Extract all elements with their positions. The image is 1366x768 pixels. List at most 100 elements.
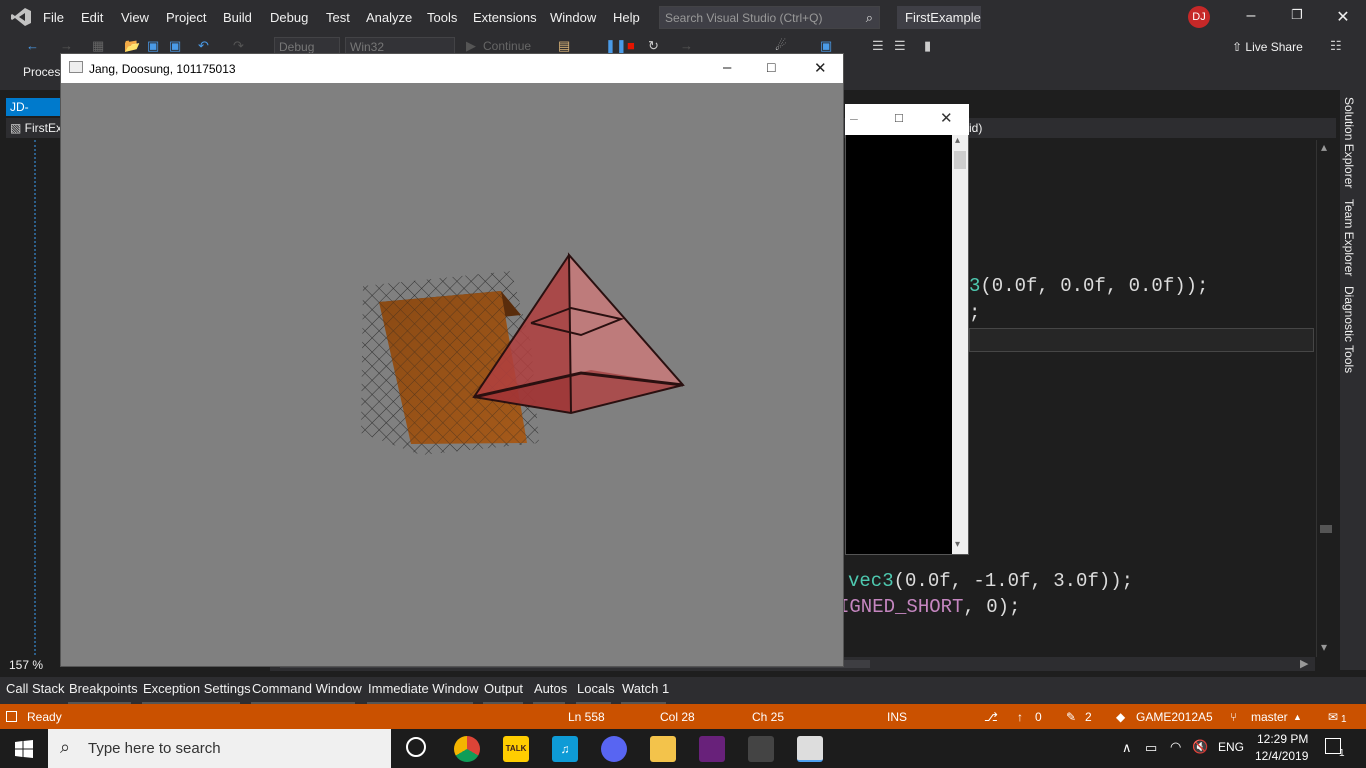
action-center-count[interactable]: 1	[1339, 748, 1345, 759]
tab-solution-explorer[interactable]: Solution Explorer	[1342, 97, 1356, 188]
volume-muted-icon[interactable]: 🔇	[1192, 739, 1208, 755]
menu-edit[interactable]: Edit	[81, 10, 103, 25]
clock-time[interactable]: 12:29 PM	[1257, 732, 1308, 746]
code-line[interactable]: ;	[969, 302, 980, 324]
discord-icon[interactable]	[601, 736, 627, 762]
tab-team-explorer[interactable]: Team Explorer	[1342, 199, 1356, 276]
status-column[interactable]: Col 28	[660, 710, 695, 724]
nav-member-dropdown[interactable]: id)	[969, 121, 982, 135]
tab-locals[interactable]: Locals	[577, 681, 615, 696]
branch-icon[interactable]: ⑂	[1230, 710, 1237, 724]
console-maximize-icon[interactable]: □	[895, 110, 903, 125]
tab-call-stack[interactable]: Call Stack	[6, 681, 65, 696]
console-minimize-icon[interactable]: –	[850, 110, 858, 126]
open-folder-icon[interactable]: 📂	[124, 38, 140, 54]
step-icon[interactable]: →	[680, 38, 693, 53]
console-scroll-down-icon[interactable]: ▾	[955, 539, 960, 550]
continue-button[interactable]: Continue	[483, 39, 531, 53]
file-explorer-icon[interactable]	[650, 736, 676, 762]
redo-icon[interactable]: ↷	[233, 38, 244, 54]
close-icon[interactable]: ✕	[1333, 7, 1353, 27]
unpushed-count[interactable]: 0	[1035, 710, 1042, 724]
menu-help[interactable]: Help	[613, 10, 640, 25]
back-icon[interactable]: ←	[26, 38, 39, 53]
push-arrow-icon[interactable]: ↑	[1017, 710, 1023, 724]
tab-watch-1[interactable]: Watch 1	[622, 681, 669, 696]
gl-close-icon[interactable]: ✕	[814, 59, 827, 77]
nav-project-dropdown[interactable]: ▧ FirstEx	[10, 121, 62, 135]
feedback-icon[interactable]: ☷	[1330, 38, 1342, 54]
menu-file[interactable]: File	[43, 10, 64, 25]
media-app-icon[interactable]: ♫	[552, 736, 578, 762]
console-taskbar-icon[interactable]	[748, 736, 774, 762]
menu-analyze[interactable]: Analyze	[366, 10, 412, 25]
scroll-thumb[interactable]	[1320, 525, 1332, 533]
chrome-icon[interactable]	[454, 736, 480, 762]
tab-breakpoints[interactable]: Breakpoints	[69, 681, 138, 696]
menu-build[interactable]: Build	[223, 10, 252, 25]
stop-icon[interactable]: ■	[627, 38, 635, 53]
tab-exception-settings[interactable]: Exception Settings	[143, 681, 251, 696]
status-line[interactable]: Ln 558	[568, 710, 605, 724]
kakaotalk-icon[interactable]: TALK	[503, 736, 529, 762]
repo-name[interactable]: GAME2012A5	[1136, 710, 1213, 724]
gl-maximize-icon[interactable]: □	[767, 59, 775, 75]
changes-count[interactable]: 2	[1085, 710, 1092, 724]
avatar[interactable]: DJ	[1188, 6, 1210, 28]
save-all-icon[interactable]: ▣	[169, 38, 181, 54]
tab-output[interactable]: Output	[484, 681, 523, 696]
console-scrollbar[interactable]: ▴ ▾	[952, 135, 968, 554]
tab-command-window[interactable]: Command Window	[252, 681, 362, 696]
restart-icon[interactable]: ↻	[648, 38, 659, 54]
vertical-scrollbar[interactable]: ▴ ▾	[1316, 140, 1334, 657]
cortana-icon[interactable]	[406, 737, 426, 757]
new-project-icon[interactable]: ▦	[92, 38, 104, 54]
wifi-icon[interactable]: ◠	[1170, 739, 1181, 755]
search-input[interactable]: Search Visual Studio (Ctrl+Q) ⌕	[659, 6, 880, 29]
console-close-icon[interactable]: ✕	[940, 109, 953, 127]
undo-icon[interactable]: ↶	[198, 38, 209, 54]
menu-test[interactable]: Test	[326, 10, 350, 25]
tab-autos[interactable]: Autos	[534, 681, 567, 696]
indent-icon[interactable]: ☰	[872, 38, 884, 54]
menu-extensions[interactable]: Extensions	[473, 10, 537, 25]
scroll-down-icon[interactable]: ▾	[1321, 640, 1327, 654]
tab-diagnostic-tools[interactable]: Diagnostic Tools	[1342, 286, 1356, 373]
scroll-up-icon[interactable]: ▴	[1321, 140, 1327, 154]
document-tab[interactable]: JD-10117	[6, 98, 62, 116]
console-scroll-up-icon[interactable]: ▴	[955, 135, 960, 146]
visual-studio-taskbar-icon[interactable]	[699, 736, 725, 762]
pause-icon[interactable]: ❚❚	[605, 38, 627, 54]
code-line[interactable]: 3(0.0f, 0.0f, 0.0f));	[969, 275, 1208, 297]
network-icon[interactable]: ▭	[1145, 740, 1157, 756]
process-icon[interactable]: ▤	[558, 38, 570, 54]
gl-minimize-icon[interactable]: –	[723, 59, 731, 76]
console-scroll-thumb[interactable]	[954, 151, 966, 169]
forward-icon[interactable]: →	[60, 38, 73, 53]
menu-project[interactable]: Project	[166, 10, 206, 25]
opengl-app-taskbar-icon[interactable]	[797, 736, 823, 762]
breakpoint-icon[interactable]: ▣	[820, 38, 832, 54]
branch-chevron-up-icon[interactable]: ▲	[1293, 712, 1302, 722]
source-control-icon[interactable]: ⎇	[984, 710, 998, 724]
minimize-icon[interactable]: –	[1241, 7, 1261, 25]
menu-view[interactable]: View	[121, 10, 149, 25]
save-icon[interactable]: ▣	[147, 38, 159, 54]
code-line[interactable]: IGNED_SHORT, 0);	[838, 596, 1020, 618]
tray-chevron-up-icon[interactable]: ∧	[1122, 740, 1132, 756]
menu-tools[interactable]: Tools	[427, 10, 457, 25]
branch-name[interactable]: master	[1251, 710, 1288, 724]
bookmark-icon[interactable]: ▮	[924, 38, 931, 54]
console-window[interactable]	[845, 104, 969, 555]
pencil-icon[interactable]: ✎	[1066, 710, 1076, 724]
continue-play-icon[interactable]: ▶	[466, 38, 476, 54]
scroll-right-icon[interactable]: ▶	[1300, 657, 1308, 670]
opengl-window[interactable]: Jang, Doosung, 101175013 – □ ✕	[60, 53, 844, 667]
menu-debug[interactable]: Debug	[270, 10, 308, 25]
notification-bell-icon[interactable]: ✉	[1328, 710, 1338, 724]
status-insert-mode[interactable]: INS	[887, 710, 907, 724]
live-share-button[interactable]: ⇧ Live Share	[1232, 40, 1303, 54]
notification-count[interactable]: 1	[1341, 714, 1347, 725]
menu-window[interactable]: Window	[550, 10, 596, 25]
code-line[interactable]: vec3(0.0f, -1.0f, 3.0f));	[848, 570, 1133, 592]
